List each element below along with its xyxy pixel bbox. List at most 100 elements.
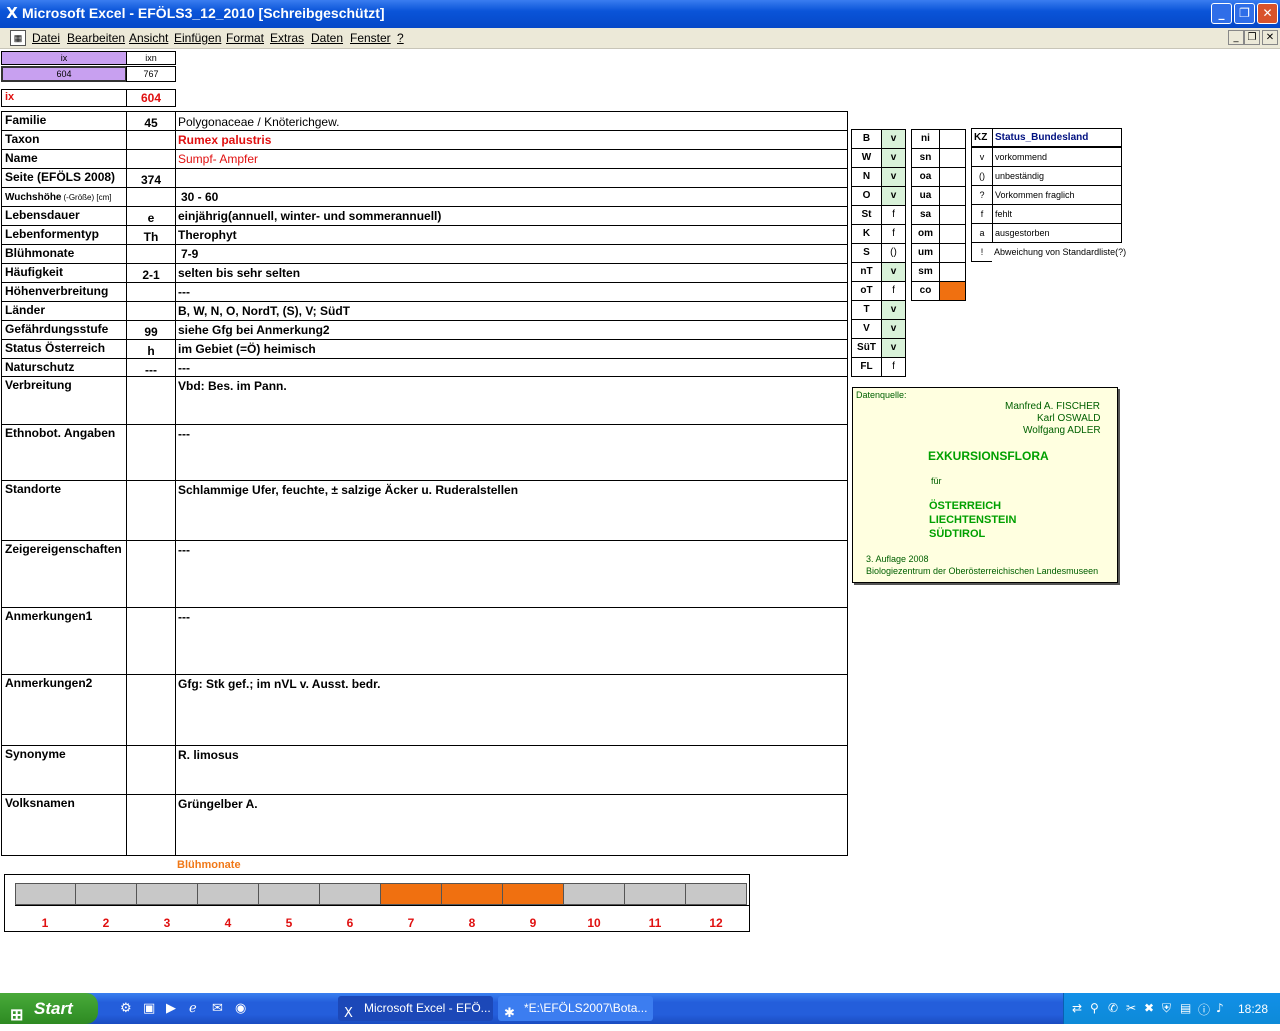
zone-value-cell[interactable]: [939, 167, 966, 187]
row-code-cell[interactable]: [126, 376, 176, 425]
row-code-cell[interactable]: [126, 301, 176, 321]
row-label-cell[interactable]: Familie: [1, 111, 127, 131]
zone-code-cell[interactable]: sa: [911, 205, 940, 225]
zone-code-cell[interactable]: om: [911, 224, 940, 244]
ixn-value-cell[interactable]: 767: [126, 66, 176, 82]
row-code-cell[interactable]: 2-1: [126, 263, 176, 283]
row-label-cell[interactable]: Naturschutz: [1, 358, 127, 377]
row-code-cell[interactable]: [126, 130, 176, 150]
restore-button[interactable]: ❐: [1234, 3, 1255, 24]
state-status-cell[interactable]: f: [881, 224, 906, 244]
row-label-cell[interactable]: Verbreitung: [1, 376, 127, 425]
doc-restore-button[interactable]: ❐: [1244, 30, 1260, 45]
state-status-cell[interactable]: v: [881, 167, 906, 187]
quicklaunch-firefox-icon[interactable]: ◉: [235, 1001, 246, 1016]
row-code-cell[interactable]: [126, 607, 176, 675]
state-code-cell[interactable]: W: [851, 148, 882, 168]
row-value-cell[interactable]: ---: [175, 540, 848, 608]
state-code-cell[interactable]: S: [851, 243, 882, 263]
row-value-cell[interactable]: ---: [175, 424, 848, 481]
ixn-header-cell[interactable]: ixn: [126, 51, 176, 65]
state-code-cell[interactable]: St: [851, 205, 882, 225]
row-code-cell[interactable]: [126, 794, 176, 856]
worksheet[interactable]: ix ixn 604 767 ix 604 Familie 45 Polygonac…: [0, 49, 1280, 990]
row-code-cell[interactable]: ---: [126, 358, 176, 377]
state-status-cell[interactable]: v: [881, 262, 906, 282]
menu-einfuegen[interactable]: Einfügen: [174, 31, 221, 45]
row-code-cell[interactable]: Th: [126, 225, 176, 245]
zone-code-cell[interactable]: sn: [911, 148, 940, 168]
tray-info-icon[interactable]: ⓘ: [1198, 1001, 1210, 1018]
menu-datei[interactable]: Datei: [32, 31, 60, 45]
row-value-cell[interactable]: ---: [175, 358, 848, 377]
row-code-cell[interactable]: [126, 149, 176, 169]
state-status-cell[interactable]: v: [881, 186, 906, 206]
row-value-cell[interactable]: ---: [175, 282, 848, 302]
ix-value-cell[interactable]: 604: [1, 66, 127, 82]
state-status-cell[interactable]: v: [881, 338, 906, 358]
row-label-cell[interactable]: Synonyme: [1, 745, 127, 795]
state-status-cell[interactable]: v: [881, 129, 906, 149]
menu-ansicht[interactable]: Ansicht: [129, 31, 168, 45]
zone-code-cell[interactable]: co: [911, 281, 940, 301]
workbook-icon[interactable]: ▦: [10, 30, 26, 46]
row-label-cell[interactable]: Länder: [1, 301, 127, 321]
row-value-cell[interactable]: ---: [175, 607, 848, 675]
tray-network-icon[interactable]: ⇄: [1072, 1001, 1082, 1015]
row-value-cell[interactable]: Sumpf- Ampfer: [175, 149, 848, 169]
quicklaunch-outlook-icon[interactable]: ✉: [212, 1001, 223, 1016]
row-label-cell[interactable]: Name: [1, 149, 127, 169]
row-value-cell[interactable]: 30 - 60: [175, 187, 848, 207]
state-code-cell[interactable]: V: [851, 319, 882, 339]
row-value-cell[interactable]: Therophyt: [175, 225, 848, 245]
ix-header-cell[interactable]: ix: [1, 51, 127, 65]
zone-code-cell[interactable]: um: [911, 243, 940, 263]
state-status-cell[interactable]: v: [881, 148, 906, 168]
row-value-cell[interactable]: Grüngelber A.: [175, 794, 848, 856]
tray-tools-icon[interactable]: ✂: [1126, 1001, 1136, 1015]
row-label-cell[interactable]: Anmerkungen1: [1, 607, 127, 675]
state-code-cell[interactable]: B: [851, 129, 882, 149]
row-label-cell[interactable]: Lebenformentyp: [1, 225, 127, 245]
row-code-cell[interactable]: [126, 745, 176, 795]
zone-value-cell[interactable]: [939, 205, 966, 225]
state-code-cell[interactable]: nT: [851, 262, 882, 282]
state-status-cell[interactable]: f: [881, 357, 906, 377]
task-explorer[interactable]: ✱ *E:\EFÖLS2007\Bota...: [498, 996, 653, 1021]
minimize-button[interactable]: _: [1211, 3, 1232, 24]
row-code-cell[interactable]: 374: [126, 168, 176, 188]
quicklaunch-ie-icon[interactable]: ℯ: [189, 1001, 197, 1016]
doc-minimize-button[interactable]: _: [1228, 30, 1244, 45]
row-label-cell[interactable]: Taxon: [1, 130, 127, 150]
state-status-cell[interactable]: f: [881, 281, 906, 301]
row-label-cell[interactable]: Anmerkungen2: [1, 674, 127, 746]
row-value-cell[interactable]: siehe Gfg bei Anmerkung2: [175, 320, 848, 340]
row-code-cell[interactable]: 45: [126, 111, 176, 131]
row-label-cell[interactable]: Standorte: [1, 480, 127, 541]
zone-code-cell[interactable]: oa: [911, 167, 940, 187]
row-label-cell[interactable]: Gefährdungsstufe: [1, 320, 127, 340]
row-value-cell[interactable]: [175, 168, 848, 188]
zone-code-cell[interactable]: sm: [911, 262, 940, 282]
row-code-cell[interactable]: [126, 540, 176, 608]
menu-fenster[interactable]: Fenster: [350, 31, 391, 45]
row-value-cell[interactable]: einjährig(annuell, winter- und sommerann…: [175, 206, 848, 226]
row-value-cell[interactable]: selten bis sehr selten: [175, 263, 848, 283]
row-value-cell[interactable]: 7-9: [175, 244, 848, 264]
row-label-cell[interactable]: Höhenverbreitung: [1, 282, 127, 302]
row-label-cell[interactable]: Häufigkeit: [1, 263, 127, 283]
zone-value-cell[interactable]: [939, 281, 966, 301]
state-code-cell[interactable]: oT: [851, 281, 882, 301]
row-code-cell[interactable]: [126, 187, 176, 207]
menu-help[interactable]: ?: [397, 31, 404, 45]
row-label-cell[interactable]: Ethnobot. Angaben: [1, 424, 127, 481]
ix-big-value-cell[interactable]: 604: [126, 89, 176, 107]
zone-code-cell[interactable]: ua: [911, 186, 940, 206]
tray-shield-icon[interactable]: ⛨: [1162, 1001, 1171, 1016]
quicklaunch-settings-icon[interactable]: ⚙: [120, 1001, 132, 1016]
zone-value-cell[interactable]: [939, 243, 966, 263]
tray-security-icon[interactable]: ✖: [1144, 1001, 1154, 1015]
zone-value-cell[interactable]: [939, 129, 966, 149]
row-code-cell[interactable]: e: [126, 206, 176, 226]
row-label-cell[interactable]: Zeigereigenschaften: [1, 540, 127, 608]
